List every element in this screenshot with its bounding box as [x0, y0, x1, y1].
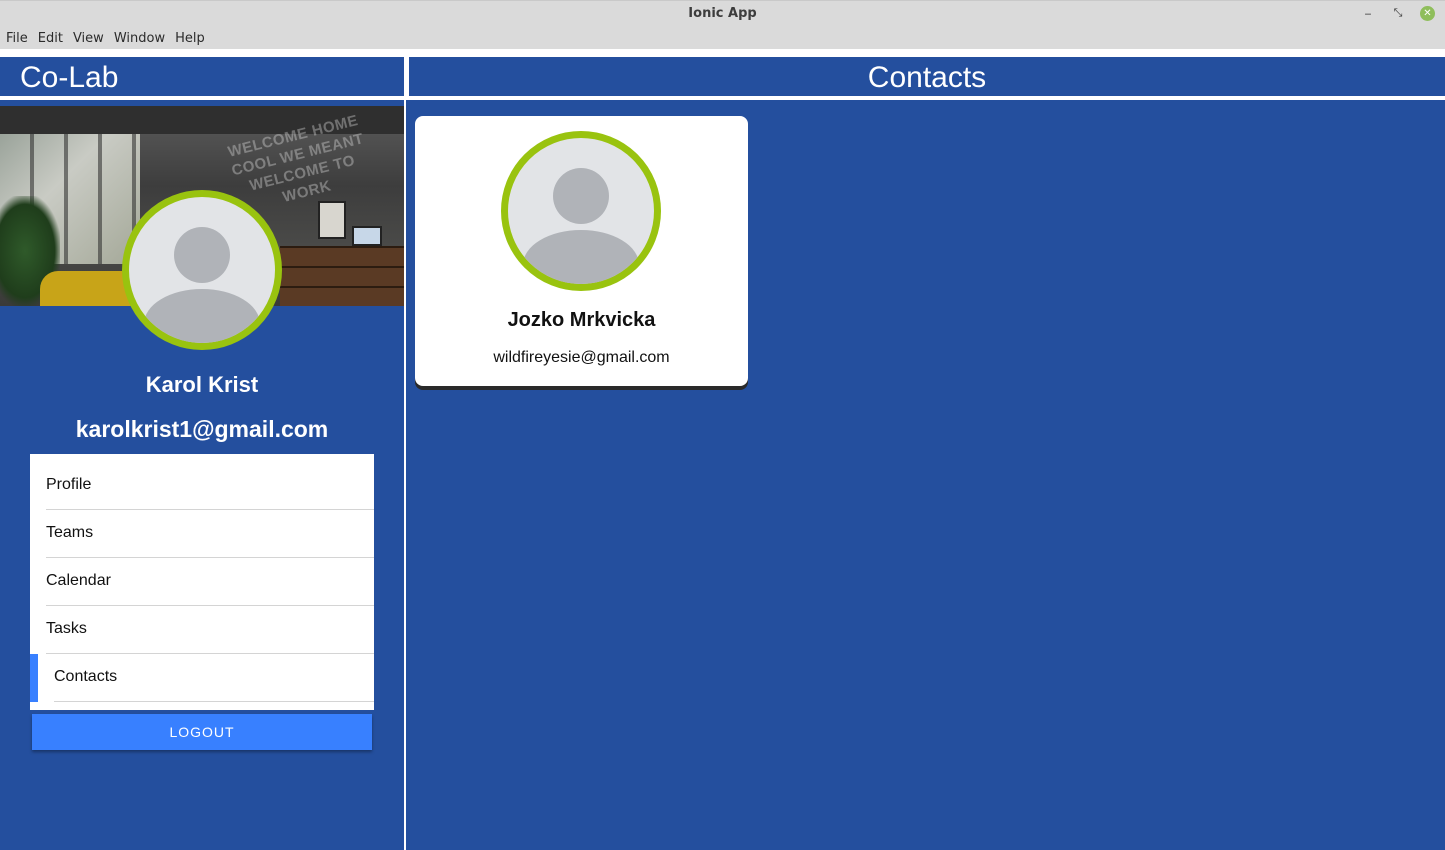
contact-email: wildfireyesie@gmail.com — [493, 349, 670, 366]
page-header: Contacts — [406, 57, 1445, 100]
sidebar-item-calendar[interactable]: Calendar — [30, 558, 374, 606]
menu-bar: File Edit View Window Help — [0, 27, 1445, 49]
divider — [54, 701, 374, 702]
top-divider — [406, 49, 1445, 57]
sidebar-item-label: Teams — [46, 524, 94, 541]
user-avatar[interactable] — [122, 190, 282, 350]
window-titlebar: Ionic App ‒ ⤡ ✕ — [0, 0, 1445, 27]
cover-shelf — [280, 246, 404, 306]
sidebar-item-profile[interactable]: Profile — [30, 462, 374, 510]
person-placeholder-icon — [553, 168, 609, 224]
sidebar-item-tasks[interactable]: Tasks — [30, 606, 374, 654]
sidebar-item-contacts[interactable]: Contacts — [30, 654, 374, 702]
window-title: Ionic App — [688, 6, 757, 21]
sidebar-item-teams[interactable]: Teams — [30, 510, 374, 558]
sidebar-item-label: Profile — [46, 476, 92, 493]
person-placeholder-icon — [174, 227, 230, 283]
cover-frame — [318, 201, 346, 239]
menu-window[interactable]: Window — [114, 31, 165, 46]
sidebar-item-label: Tasks — [46, 620, 87, 637]
cover-frame — [352, 226, 382, 246]
user-email: karolkrist1@gmail.com — [75, 416, 329, 442]
menu-edit[interactable]: Edit — [38, 31, 63, 46]
menu-view[interactable]: View — [73, 31, 104, 46]
contact-avatar — [501, 131, 661, 291]
app-brand: Co-Lab — [20, 61, 119, 94]
page-title: Contacts — [867, 61, 987, 94]
side-menu: Co-Lab WELCOME HOME COOL WE MEANT WELCOM… — [0, 49, 404, 850]
main-content: Contacts Jozko Mrkvicka wildfireyesie@gm… — [406, 49, 1445, 850]
sidebar-item-label: Contacts — [54, 668, 118, 685]
top-divider — [0, 49, 404, 57]
menu-file[interactable]: File — [6, 31, 28, 46]
avatar-body — [523, 230, 639, 284]
logout-button[interactable]: LOGOUT — [32, 714, 372, 750]
maximize-icon[interactable]: ⤡ — [1390, 5, 1406, 21]
menu-help[interactable]: Help — [175, 31, 205, 46]
sidebar-item-label: Calendar — [46, 572, 111, 589]
contact-name: Jozko Mrkvicka — [507, 309, 656, 331]
sidebar-menu-list: Profile Teams Calendar Tasks Contacts — [30, 454, 374, 710]
contact-card[interactable]: Jozko Mrkvicka wildfireyesie@gmail.com — [415, 116, 748, 386]
avatar-body — [144, 289, 260, 343]
user-name: Karol Krist — [145, 372, 259, 397]
active-indicator — [30, 654, 38, 702]
close-icon[interactable]: ✕ — [1420, 6, 1435, 21]
side-menu-header: Co-Lab — [0, 57, 404, 100]
minimize-icon[interactable]: ‒ — [1360, 5, 1376, 21]
